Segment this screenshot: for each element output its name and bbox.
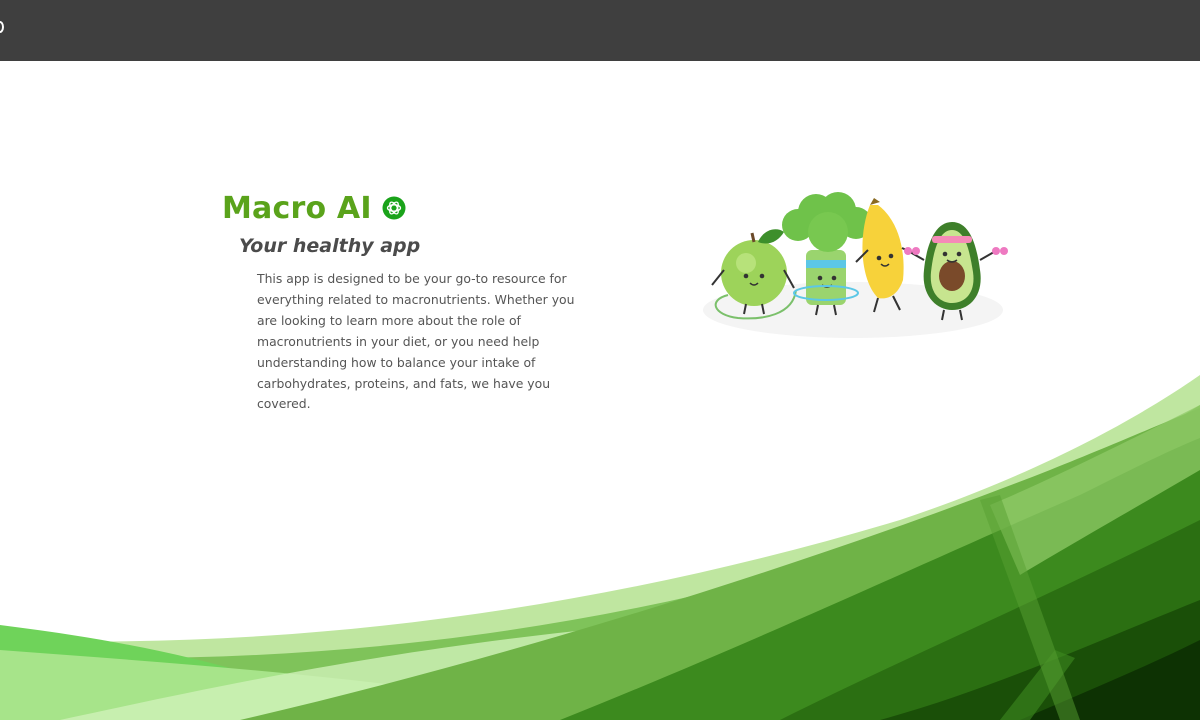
top-bar: [0, 0, 1200, 61]
page: Macro AI Your healthy app This app is de…: [0, 0, 1200, 720]
openai-logo-icon: [382, 196, 406, 220]
hero-section: Macro AI Your healthy app This app is de…: [222, 188, 642, 415]
app-description: This app is designed to be your go-to re…: [257, 271, 575, 412]
app-title: Macro AI: [222, 190, 372, 226]
circle-icon[interactable]: [0, 21, 4, 33]
app-subtitle: Your healthy app: [239, 235, 421, 257]
title-row: Macro AI: [222, 188, 642, 228]
fruit-characters-illustration: [703, 192, 1008, 338]
